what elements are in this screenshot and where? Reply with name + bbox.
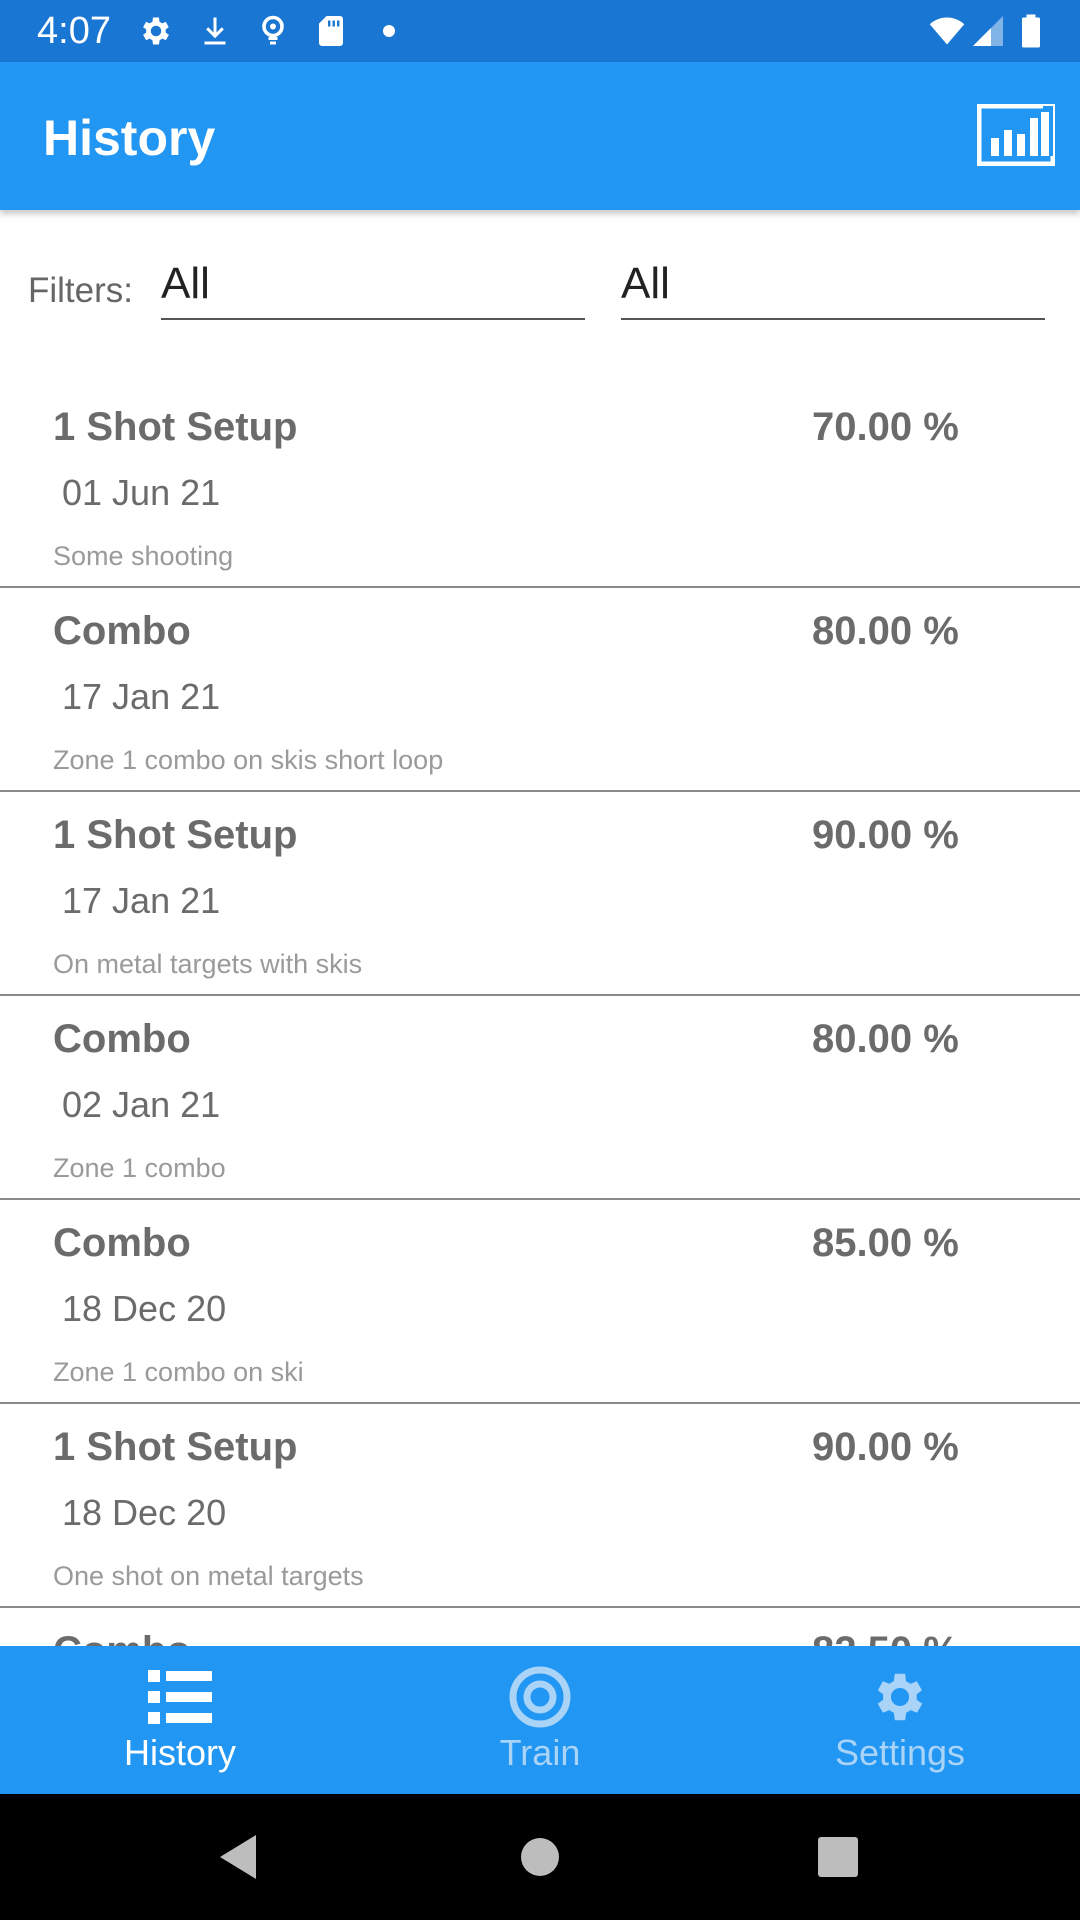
nav-train-label: Train — [499, 1732, 581, 1773]
nav-history-label: History — [123, 1732, 236, 1773]
bar-chart-icon[interactable] — [977, 104, 1055, 166]
item-score: 90.00 % — [812, 813, 959, 857]
item-date: 17 Jan 21 — [62, 676, 221, 717]
item-score: 80.00 % — [812, 609, 959, 653]
item-date: 18 Dec 20 — [62, 1288, 227, 1329]
list-item[interactable]: Combo 85.00 % 18 Dec 20 Zone 1 combo on … — [0, 1200, 1080, 1404]
list-item[interactable]: 1 Shot Setup 90.00 % 18 Dec 20 One shot … — [0, 1404, 1080, 1608]
screen: 4:07 History Filters: All All 1 Shot Set… — [0, 0, 1080, 1920]
gear-icon — [138, 13, 174, 49]
item-date: 02 Jan 21 — [62, 1084, 221, 1125]
recents-square-icon[interactable] — [812, 1831, 864, 1883]
filters-row: Filters: All All — [0, 210, 1080, 360]
battery-icon — [1015, 13, 1047, 49]
system-navigation-bar — [0, 1794, 1080, 1920]
item-date: 17 Jan 21 — [62, 880, 221, 921]
list-item[interactable]: Combo 82.50 % — [0, 1608, 1080, 1646]
dot-icon — [371, 13, 407, 49]
status-bar: 4:07 — [0, 0, 1080, 62]
gear-icon — [860, 1666, 940, 1728]
item-description: Zone 1 combo on skis short loop — [53, 745, 444, 775]
nav-train[interactable]: Train — [360, 1646, 720, 1794]
item-description: On metal targets with skis — [53, 949, 363, 979]
list-icon — [140, 1666, 220, 1728]
signal-icon — [970, 13, 1006, 49]
item-name: 1 Shot Setup — [53, 813, 298, 857]
target-icon — [500, 1666, 580, 1728]
sd-card-icon — [313, 13, 349, 49]
item-name: Combo — [53, 609, 191, 653]
bottom-navigation: History Train Settings — [0, 1646, 1080, 1794]
item-score: 85.00 % — [812, 1221, 959, 1265]
item-name: 1 Shot Setup — [53, 405, 298, 449]
item-score: 70.00 % — [812, 405, 959, 449]
item-name: 1 Shot Setup — [53, 1425, 298, 1469]
filter-2-select[interactable]: All — [621, 256, 1045, 320]
item-score: 90.00 % — [812, 1425, 959, 1469]
list-item[interactable]: 1 Shot Setup 70.00 % 01 Jun 21 Some shoo… — [0, 384, 1080, 588]
back-triangle-icon[interactable] — [212, 1831, 264, 1883]
history-list[interactable]: 1 Shot Setup 70.00 % 01 Jun 21 Some shoo… — [0, 384, 1080, 1646]
filters-label: Filters: — [28, 271, 133, 310]
item-date: 01 Jun 21 — [62, 472, 221, 513]
download-icon — [197, 13, 233, 49]
item-description: Zone 1 combo on ski — [53, 1357, 304, 1387]
status-time: 4:07 — [37, 10, 111, 52]
item-date: 18 Dec 20 — [62, 1492, 227, 1533]
list-item[interactable]: 1 Shot Setup 90.00 % 17 Jan 21 On metal … — [0, 792, 1080, 996]
item-score: 82.50 % — [812, 1628, 959, 1646]
item-score: 80.00 % — [812, 1017, 959, 1061]
page-title: History — [43, 110, 216, 166]
item-name: Combo — [53, 1221, 191, 1265]
filter-1-select[interactable]: All — [161, 256, 585, 320]
item-description: Some shooting — [53, 541, 234, 571]
item-description: One shot on metal targets — [53, 1561, 364, 1591]
home-circle-icon[interactable] — [514, 1831, 566, 1883]
nav-history[interactable]: History — [0, 1646, 360, 1794]
nav-settings[interactable]: Settings — [720, 1646, 1080, 1794]
location-pin-icon — [255, 13, 291, 49]
list-item[interactable]: Combo 80.00 % 02 Jan 21 Zone 1 combo — [0, 996, 1080, 1200]
wifi-icon — [924, 13, 970, 49]
app-bar: History — [0, 62, 1080, 210]
item-name: Combo — [53, 1628, 191, 1646]
list-item[interactable]: Combo 80.00 % 17 Jan 21 Zone 1 combo on … — [0, 588, 1080, 792]
item-description: Zone 1 combo — [53, 1153, 226, 1183]
nav-settings-label: Settings — [834, 1732, 966, 1773]
item-name: Combo — [53, 1017, 191, 1061]
